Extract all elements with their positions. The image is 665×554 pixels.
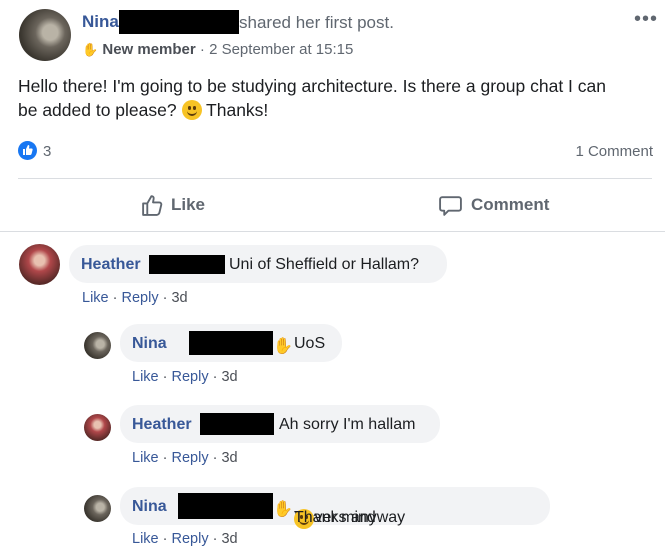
reply-avatar[interactable] (84, 495, 111, 522)
reply-reply-link[interactable]: Reply (172, 369, 209, 385)
reply-author[interactable]: Heather (132, 416, 192, 434)
more-options-icon[interactable]: ••• (634, 8, 658, 31)
comment-time[interactable]: 3d (171, 290, 187, 306)
reply-author[interactable]: Nina (132, 335, 167, 353)
post-body-line2: be added to please? Thanks! (18, 100, 268, 121)
grinning-emoji-icon (181, 100, 202, 120)
divider (18, 178, 652, 179)
comment-author[interactable]: Heather (81, 256, 141, 274)
like-count[interactable]: 3 (43, 143, 51, 160)
member-wave-icon: ✋ (273, 501, 293, 518)
like-reaction-icon[interactable] (18, 141, 37, 160)
post-body-thanks: Thanks! (206, 100, 269, 120)
reply-time[interactable]: 3d (221, 531, 237, 547)
like-button[interactable]: Like (140, 191, 205, 219)
comment-actions: Like · Reply · 3d (82, 290, 188, 306)
reply-actions: Like · Reply · 3d (132, 369, 238, 385)
comment-reply-link[interactable]: Reply (122, 290, 159, 306)
shared-text: shared her first post. (239, 13, 394, 32)
post-meta: ✋ New member · 2 September at 15:15 (82, 41, 353, 58)
reply-reply-link[interactable]: Reply (172, 531, 209, 547)
reply-reply-link[interactable]: Reply (172, 450, 209, 466)
comment-bubble: Heather Uni of Sheffield or Hallam? (69, 245, 447, 283)
reply-actions: Like · Reply · 3d (132, 531, 238, 547)
post-body-text: be added to please? (18, 100, 177, 120)
comment-avatar[interactable] (19, 244, 60, 285)
reply-text: UoS (294, 335, 326, 352)
redaction-bar (178, 493, 273, 519)
comment-button-label: Comment (471, 195, 550, 214)
comment-like-link[interactable]: Like (82, 290, 109, 306)
comment-text: Uni of Sheffield or Hallam? (229, 256, 420, 273)
redaction-bar (149, 255, 225, 274)
post-body-line1: Hello there! I'm going to be studying ar… (18, 76, 606, 96)
member-badge: New member (102, 41, 196, 58)
comment-bubble-icon (439, 195, 462, 216)
member-wave-icon: ✋ (273, 338, 293, 355)
reply-author[interactable]: Nina (132, 498, 167, 516)
member-wave-icon: ✋ (82, 42, 99, 57)
redaction-bar (200, 413, 274, 435)
reply-time[interactable]: 3d (221, 369, 237, 385)
post-author-avatar[interactable] (19, 9, 71, 61)
reply-bubble: Heather Ah sorry I'm hallam (120, 405, 440, 443)
reply-like-link[interactable]: Like (132, 450, 159, 466)
reply-text-after: Thanks anyway (294, 509, 406, 526)
meta-separator: · (199, 41, 205, 58)
like-button-label: Like (171, 195, 206, 214)
reply-time[interactable]: 3d (221, 450, 237, 466)
comment-button[interactable]: Comment (438, 191, 549, 219)
reply-actions: Like · Reply · 3d (132, 450, 238, 466)
reply-avatar[interactable] (84, 414, 111, 441)
reply-like-link[interactable]: Like (132, 531, 159, 547)
reply-like-link[interactable]: Like (132, 369, 159, 385)
divider (0, 231, 665, 232)
comment-count[interactable]: 1 Comment (575, 143, 653, 160)
reply-text: Ah sorry I'm hallam (279, 416, 416, 433)
redaction-bar (119, 10, 239, 34)
post-author-name[interactable]: Nina (82, 12, 119, 32)
reply-avatar[interactable] (84, 332, 111, 359)
thumbs-up-icon (142, 194, 163, 216)
redaction-bar (189, 331, 273, 355)
post-date[interactable]: 2 September at 15:15 (209, 41, 353, 58)
